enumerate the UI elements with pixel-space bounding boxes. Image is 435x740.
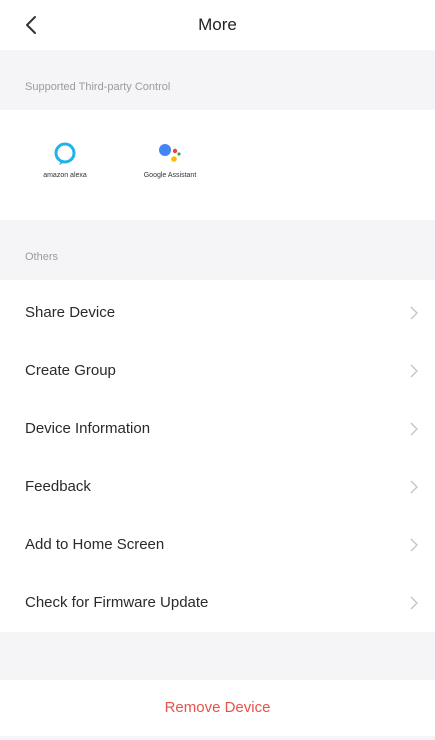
chevron-right-icon xyxy=(406,537,422,553)
menu-item-label: Share Device xyxy=(25,304,116,321)
device-more-page: More Supported Third-party Control amazo… xyxy=(0,0,435,740)
third-party-services: amazon alexa Google Assistant xyxy=(0,110,435,220)
service-google-assistant[interactable]: Google Assistant xyxy=(125,138,215,179)
chevron-left-icon xyxy=(26,16,36,34)
page-title: More xyxy=(198,15,237,34)
menu-item-check-firmware-update[interactable]: Check for Firmware Update xyxy=(0,574,435,632)
back-button[interactable] xyxy=(16,10,46,40)
chevron-right-icon xyxy=(406,305,422,321)
service-name: amazon alexa xyxy=(43,172,87,179)
remove-device-button[interactable]: Remove Device xyxy=(0,680,435,736)
service-alexa[interactable]: amazon alexa xyxy=(20,138,110,179)
menu-item-share-device[interactable]: Share Device xyxy=(0,284,435,342)
chevron-right-icon xyxy=(406,595,422,611)
section-spacer xyxy=(0,632,435,680)
header-bar: More xyxy=(0,0,435,50)
chevron-right-icon xyxy=(406,363,422,379)
alexa-icon xyxy=(54,142,76,165)
menu-item-label: Create Group xyxy=(25,362,116,379)
menu-item-label: Device Information xyxy=(25,420,151,437)
section-label: Supported Third-party Control xyxy=(25,81,171,93)
section-label: Others xyxy=(25,251,59,263)
menu-item-add-to-home-screen[interactable]: Add to Home Screen xyxy=(0,516,435,574)
menu-item-label: Feedback xyxy=(25,478,91,495)
section-header-others: Others xyxy=(0,220,435,280)
menu-item-create-group[interactable]: Create Group xyxy=(0,342,435,400)
menu-item-feedback[interactable]: Feedback xyxy=(0,458,435,516)
service-name: Google Assistant xyxy=(143,172,197,179)
chevron-right-icon xyxy=(406,421,422,437)
menu-item-device-information[interactable]: Device Information xyxy=(0,400,435,458)
bottom-spacer xyxy=(0,736,435,740)
chevron-right-icon xyxy=(406,479,422,495)
section-header-third-party: Supported Third-party Control xyxy=(0,50,435,110)
menu-item-label: Add to Home Screen xyxy=(25,536,165,553)
remove-device-label: Remove Device xyxy=(164,699,271,716)
google-assistant-icon xyxy=(159,144,181,162)
menu-item-label: Check for Firmware Update xyxy=(25,594,209,611)
